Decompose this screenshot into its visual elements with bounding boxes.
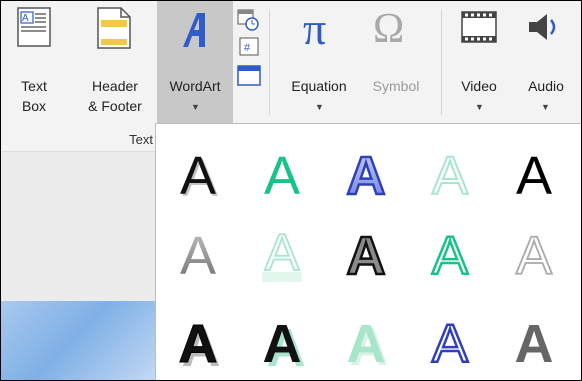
- separator: [441, 9, 442, 115]
- svg-text:A: A: [22, 13, 29, 24]
- svg-text:A: A: [432, 226, 468, 286]
- svg-text:A: A: [516, 146, 552, 206]
- header-footer-label-1: Header: [92, 78, 138, 94]
- svg-text:A: A: [263, 314, 302, 374]
- audio-button[interactable]: Audio ▼: [513, 1, 579, 123]
- wordart-style-black-outline-shadow[interactable]: A A: [160, 308, 236, 380]
- symbol-button[interactable]: Ω Symbol: [361, 1, 431, 123]
- wordart-button[interactable]: WordArt ▼: [157, 1, 233, 123]
- slide-thumbnail[interactable]: [1, 301, 155, 380]
- equation-dropdown-icon: ▼: [315, 102, 324, 112]
- wordart-style-blue-gradient-outline[interactable]: A: [328, 140, 404, 212]
- wordart-dropdown-icon: ▼: [191, 102, 200, 112]
- equation-label: Equation: [291, 78, 347, 94]
- svg-text:A: A: [347, 314, 386, 374]
- svg-text:A: A: [347, 226, 386, 286]
- video-button[interactable]: Video ▼: [449, 1, 509, 123]
- text-box-label-2: Box: [21, 98, 47, 114]
- equation-button[interactable]: π Equation ▼: [279, 1, 359, 123]
- svg-text:A: A: [515, 314, 554, 374]
- text-box-button[interactable]: A Text Box: [3, 1, 65, 123]
- wordart-style-light-outline[interactable]: A: [412, 140, 488, 212]
- film-icon: [461, 11, 497, 43]
- wordart-style-teal-outline[interactable]: A: [412, 220, 488, 292]
- header-footer-icon: [97, 7, 131, 49]
- svg-text:#: #: [244, 42, 251, 54]
- audio-dropdown-icon: ▼: [541, 102, 550, 112]
- video-label: Video: [461, 78, 497, 94]
- wordart-style-light-gray-outline[interactable]: A: [496, 220, 572, 292]
- speaker-icon: [529, 14, 556, 40]
- omega-icon: Ω: [373, 6, 405, 52]
- svg-text:A: A: [179, 314, 218, 374]
- wordart-style-blue-outline-white[interactable]: A: [412, 308, 488, 380]
- wordart-style-black-teal-shadow[interactable]: A A: [244, 308, 320, 380]
- text-box-icon: A: [17, 7, 51, 47]
- svg-text:A: A: [180, 226, 216, 286]
- wordart-style-mint-reflection[interactable]: A: [244, 220, 320, 292]
- symbol-label: Symbol: [372, 78, 420, 94]
- app-frame: A Text Box Header & Footer WordArt ▼ # π…: [0, 0, 582, 381]
- header-footer-button[interactable]: Header & Footer: [75, 1, 155, 123]
- wordart-style-gray-outline-dark[interactable]: A: [328, 220, 404, 292]
- object-icon: [237, 65, 261, 86]
- date-time-button[interactable]: [237, 9, 259, 31]
- separator: [269, 9, 270, 115]
- wordart-label: WordArt: [169, 78, 221, 94]
- svg-text:A: A: [432, 314, 468, 374]
- wordart-style-mint-shadow[interactable]: A A: [328, 308, 404, 380]
- date-time-icon: [237, 9, 259, 31]
- svg-text:A: A: [180, 146, 216, 206]
- wordart-style-black-shadow[interactable]: A A: [160, 140, 236, 212]
- slide-number-icon: #: [239, 37, 259, 56]
- svg-text:A: A: [516, 226, 552, 286]
- slide-number-button[interactable]: #: [239, 37, 261, 59]
- wordart-style-teal-solid[interactable]: A: [244, 140, 320, 212]
- wordart-style-black-bold[interactable]: A: [496, 140, 572, 212]
- object-button[interactable]: [237, 65, 263, 87]
- wordart-style-gray-gradient[interactable]: A: [160, 220, 236, 292]
- slide-panel: [1, 151, 155, 380]
- text-box-label-1: Text: [21, 78, 47, 94]
- video-dropdown-icon: ▼: [475, 102, 484, 112]
- svg-text:A: A: [347, 146, 386, 206]
- wordart-gallery: A A A A A A A A A A A A A A A A A A A: [155, 123, 581, 380]
- header-footer-label-2: & Footer: [88, 98, 142, 114]
- wordart-style-gray-bold[interactable]: A: [496, 308, 572, 380]
- text-group-label: Text: [129, 132, 153, 147]
- svg-text:A: A: [432, 146, 468, 206]
- divider: [1, 151, 155, 152]
- wordart-icon: [183, 13, 205, 47]
- audio-label: Audio: [528, 78, 564, 94]
- pi-icon: π: [303, 3, 327, 54]
- svg-text:A: A: [264, 146, 300, 206]
